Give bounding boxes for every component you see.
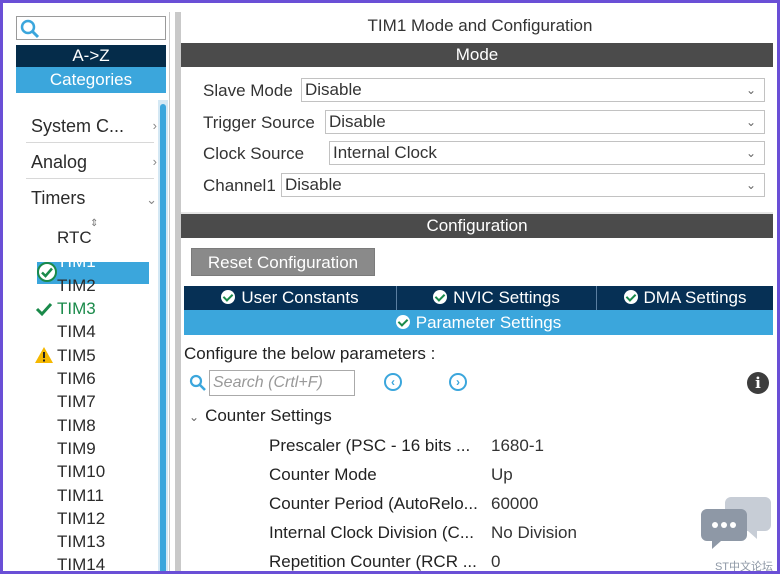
category-timers[interactable]: Timers ⌄ — [31, 188, 157, 209]
clock-source-label: Clock Source — [203, 144, 305, 163]
timer-item-tim5[interactable]: TIM5 — [57, 346, 96, 366]
checkmark-icon — [35, 302, 53, 317]
tab-user-constants[interactable]: User Constants — [184, 286, 397, 310]
mode-band: Mode — [181, 43, 773, 67]
app-window: A->Z Categories System C... › Analog › T… — [0, 0, 780, 574]
reset-configuration-button[interactable]: Reset Configuration — [191, 248, 375, 276]
info-icon[interactable]: i — [747, 372, 769, 394]
param-label-prescaler: Prescaler (PSC - 16 bits ... — [269, 436, 471, 455]
sort-az-button[interactable]: A->Z — [16, 45, 166, 67]
chevron-right-icon: › — [152, 118, 157, 133]
divider — [26, 178, 154, 179]
timer-item-tim8[interactable]: TIM8 — [57, 416, 96, 436]
chevron-down-icon: ⌄ — [146, 192, 157, 207]
tab-nvic-settings[interactable]: NVIC Settings — [397, 286, 597, 310]
timer-item-tim3[interactable]: TIM3 — [57, 299, 96, 319]
category-search-input[interactable] — [16, 16, 166, 40]
param-value-counter-mode[interactable]: Up — [491, 465, 513, 485]
next-match-button[interactable]: › — [449, 373, 467, 391]
scrollbar-thumb[interactable] — [160, 104, 166, 571]
param-value-prescaler[interactable]: 1680-1 — [491, 436, 544, 456]
timer-item-tim6[interactable]: TIM6 — [57, 369, 96, 389]
select-value: Disable — [329, 112, 386, 131]
check-circle-icon — [221, 290, 236, 304]
check-circle-icon — [433, 290, 448, 304]
left-panel: A->Z Categories System C... › Analog › T… — [12, 12, 170, 571]
slave-mode-label: Slave Mode — [203, 81, 293, 100]
category-label: Analog — [31, 152, 88, 172]
chevron-down-icon: ⌄ — [745, 83, 756, 97]
select-value: Internal Clock — [333, 143, 437, 162]
section-label: Counter Settings — [205, 406, 332, 425]
chevron-right-icon: › — [152, 154, 157, 169]
chevron-down-icon: ⌄ — [745, 115, 756, 129]
select-value: Disable — [305, 80, 362, 99]
timer-item-tim4[interactable]: TIM4 — [57, 322, 96, 342]
previous-match-button[interactable]: ‹ — [384, 373, 402, 391]
page-title: TIM1 Mode and Configuration — [367, 16, 593, 35]
check-circle-icon — [395, 315, 410, 329]
right-panel: TIM1 Mode and Configuration Mode Slave M… — [175, 12, 773, 571]
tab-label: User Constants — [241, 288, 359, 307]
param-value-clock-division[interactable]: No Division — [491, 523, 577, 543]
param-label-counter-mode: Counter Mode — [269, 465, 377, 484]
chevron-down-icon: ⌄ — [745, 178, 756, 192]
counter-settings-section[interactable]: ⌄ Counter Settings — [189, 406, 332, 426]
configuration-band: Configuration — [181, 214, 773, 238]
timer-item-tim2[interactable]: TIM2 — [57, 276, 96, 296]
slave-mode-select[interactable]: Disable ⌄ — [301, 78, 765, 102]
category-system-core[interactable]: System C... › — [31, 116, 157, 137]
category-label: Timers — [31, 188, 86, 208]
chevron-down-icon: ⌄ — [745, 146, 756, 160]
timer-item-tim14[interactable]: TIM14 — [57, 555, 105, 571]
category-analog[interactable]: Analog › — [31, 152, 157, 173]
param-value-repetition-counter[interactable]: 0 — [491, 552, 500, 571]
timer-item-tim12[interactable]: TIM12 — [57, 509, 105, 529]
param-label-counter-period: Counter Period (AutoRelo... — [269, 494, 478, 513]
param-label-clock-division: Internal Clock Division (C... — [269, 523, 475, 542]
tab-parameter-settings[interactable]: Parameter Settings — [184, 310, 773, 335]
divider — [26, 142, 154, 143]
configure-instructions: Configure the below parameters : — [184, 344, 436, 363]
channel1-label: Channel1 — [203, 176, 276, 195]
tab-label: DMA Settings — [643, 288, 747, 307]
clock-source-select[interactable]: Internal Clock ⌄ — [329, 141, 765, 165]
chat-bubble-icon — [701, 497, 771, 549]
watermark-text: ST中文论坛 — [714, 561, 773, 573]
timer-item-rtc[interactable]: RTC — [57, 228, 92, 248]
timer-item-tim9[interactable]: TIM9 — [57, 439, 96, 459]
search-icon — [20, 19, 40, 39]
timer-item-tim10[interactable]: TIM10 — [57, 462, 105, 482]
channel1-select[interactable]: Disable ⌄ — [281, 173, 765, 197]
category-label: System C... — [31, 116, 125, 136]
forum-watermark-logo: ST中文论坛 — [701, 493, 773, 571]
parameter-search-input[interactable]: Search (Crtl+F) — [209, 370, 355, 396]
tab-dma-settings[interactable]: DMA Settings — [597, 286, 773, 310]
timer-item-tim11[interactable]: TIM11 — [57, 486, 104, 506]
trigger-source-label: Trigger Source — [203, 113, 315, 132]
select-value: Disable — [285, 175, 342, 194]
search-icon — [189, 374, 206, 391]
tab-label: NVIC Settings — [453, 288, 560, 307]
param-value-counter-period[interactable]: 60000 — [491, 494, 538, 514]
check-circle-icon — [37, 262, 57, 282]
param-label-repetition-counter: Repetition Counter (RCR ... — [269, 552, 477, 571]
warning-icon — [35, 347, 53, 363]
categories-tab[interactable]: Categories — [16, 67, 166, 93]
timer-item-tim7[interactable]: TIM7 — [57, 392, 96, 412]
chevron-down-icon: ⌄ — [189, 410, 200, 424]
tab-label: Parameter Settings — [415, 313, 562, 332]
timer-item-tim13[interactable]: TIM13 — [57, 532, 105, 552]
trigger-source-select[interactable]: Disable ⌄ — [325, 110, 765, 134]
timer-item-tim1[interactable]: TIM1 — [57, 252, 96, 272]
check-circle-icon — [623, 290, 638, 304]
